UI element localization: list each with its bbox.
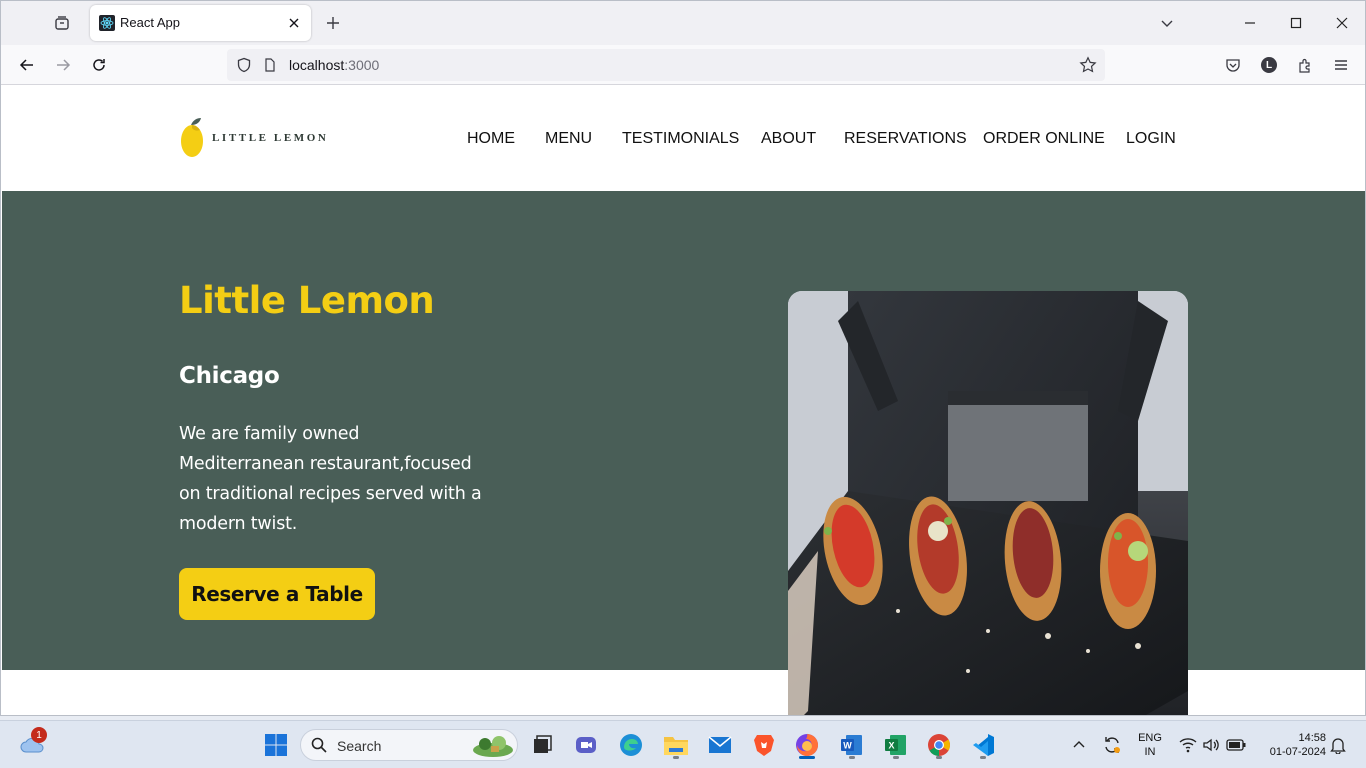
nav-home[interactable]: HOME (467, 130, 515, 148)
maximize-icon[interactable] (1273, 7, 1319, 39)
browser-window: React App localhost:3000 L LITTLE LEMON … (0, 0, 1366, 716)
taskbar: Search W X ENG IN 14:58 01-07-2024 (0, 720, 1366, 768)
notification-badge: 1 (31, 727, 47, 743)
close-icon[interactable] (1319, 7, 1365, 39)
url-text[interactable]: localhost:3000 (289, 57, 379, 73)
search-highlight-icon (471, 734, 515, 762)
browser-tab[interactable]: React App (90, 5, 311, 41)
search-icon (311, 737, 327, 757)
menu-icon[interactable] (1327, 51, 1355, 79)
notification-bell-icon[interactable] (1322, 729, 1354, 761)
language-indicator[interactable]: ENG IN (1134, 731, 1166, 759)
brave-icon[interactable] (748, 729, 780, 761)
browser-toolbar: localhost:3000 L (1, 45, 1365, 85)
tab-title: React App (120, 15, 180, 30)
minimize-icon[interactable] (1227, 7, 1273, 39)
hero-city: Chicago (179, 363, 280, 389)
pocket-icon[interactable] (1219, 51, 1247, 79)
chrome-icon[interactable] (923, 729, 955, 761)
task-view-icon[interactable] (526, 729, 558, 761)
address-bar[interactable]: localhost:3000 (227, 49, 1105, 81)
shield-icon[interactable] (235, 56, 253, 74)
food-platter-photo (788, 291, 1188, 715)
meet-icon[interactable] (570, 729, 602, 761)
logo[interactable]: LITTLE LEMON (179, 116, 339, 160)
svg-text:X: X (888, 741, 894, 751)
chevron-down-icon[interactable] (1155, 11, 1179, 35)
react-logo-icon (99, 15, 115, 31)
edge-icon[interactable] (615, 729, 647, 761)
firefox-icon[interactable] (791, 729, 823, 761)
avatar: L (1261, 57, 1277, 73)
start-icon[interactable] (260, 729, 292, 761)
back-icon[interactable] (13, 51, 41, 79)
nav-order-online[interactable]: ORDER ONLINE (983, 130, 1105, 148)
excel-icon[interactable]: X (880, 729, 912, 761)
nav-about[interactable]: ABOUT (761, 130, 816, 148)
extensions-icon[interactable] (1291, 51, 1319, 79)
account-icon[interactable]: L (1255, 51, 1283, 79)
vscode-icon[interactable] (967, 729, 999, 761)
reserve-table-button[interactable]: Reserve a Table (179, 568, 375, 620)
taskbar-search[interactable]: Search (300, 729, 518, 761)
hero-description: We are family owned Mediterranean restau… (179, 424, 482, 534)
nav-login[interactable]: LOGIN (1126, 130, 1176, 148)
mail-icon[interactable] (704, 729, 736, 761)
nav-testimonials[interactable]: TESTIMONIALS (622, 130, 739, 148)
nav-reservations[interactable]: RESERVATIONS (844, 130, 967, 148)
search-placeholder: Search (337, 738, 382, 754)
battery-icon[interactable] (1220, 729, 1252, 761)
site-header: LITTLE LEMON HOME MENU TESTIMONIALS ABOU… (2, 86, 1365, 191)
word-icon[interactable]: W (836, 729, 868, 761)
logo-text: LITTLE LEMON (212, 132, 329, 144)
lemon-icon (181, 118, 203, 157)
plus-icon[interactable] (321, 11, 345, 35)
chevron-up-icon[interactable] (1063, 729, 1095, 761)
file-explorer-icon[interactable] (660, 729, 692, 761)
nav-menu[interactable]: MENU (545, 130, 592, 148)
star-icon[interactable] (1079, 56, 1097, 74)
hero-title: Little Lemon (179, 279, 435, 322)
svg-text:W: W (843, 741, 852, 751)
tab-list-icon[interactable] (47, 9, 77, 37)
close-icon[interactable] (285, 14, 303, 32)
forward-icon[interactable] (49, 51, 77, 79)
reload-icon[interactable] (85, 51, 113, 79)
sync-icon[interactable] (1096, 729, 1128, 761)
clock[interactable]: 14:58 01-07-2024 (1256, 731, 1326, 759)
tab-bar: React App (1, 1, 1365, 45)
page-viewport: LITTLE LEMON HOME MENU TESTIMONIALS ABOU… (2, 86, 1365, 715)
page-icon[interactable] (261, 56, 279, 74)
